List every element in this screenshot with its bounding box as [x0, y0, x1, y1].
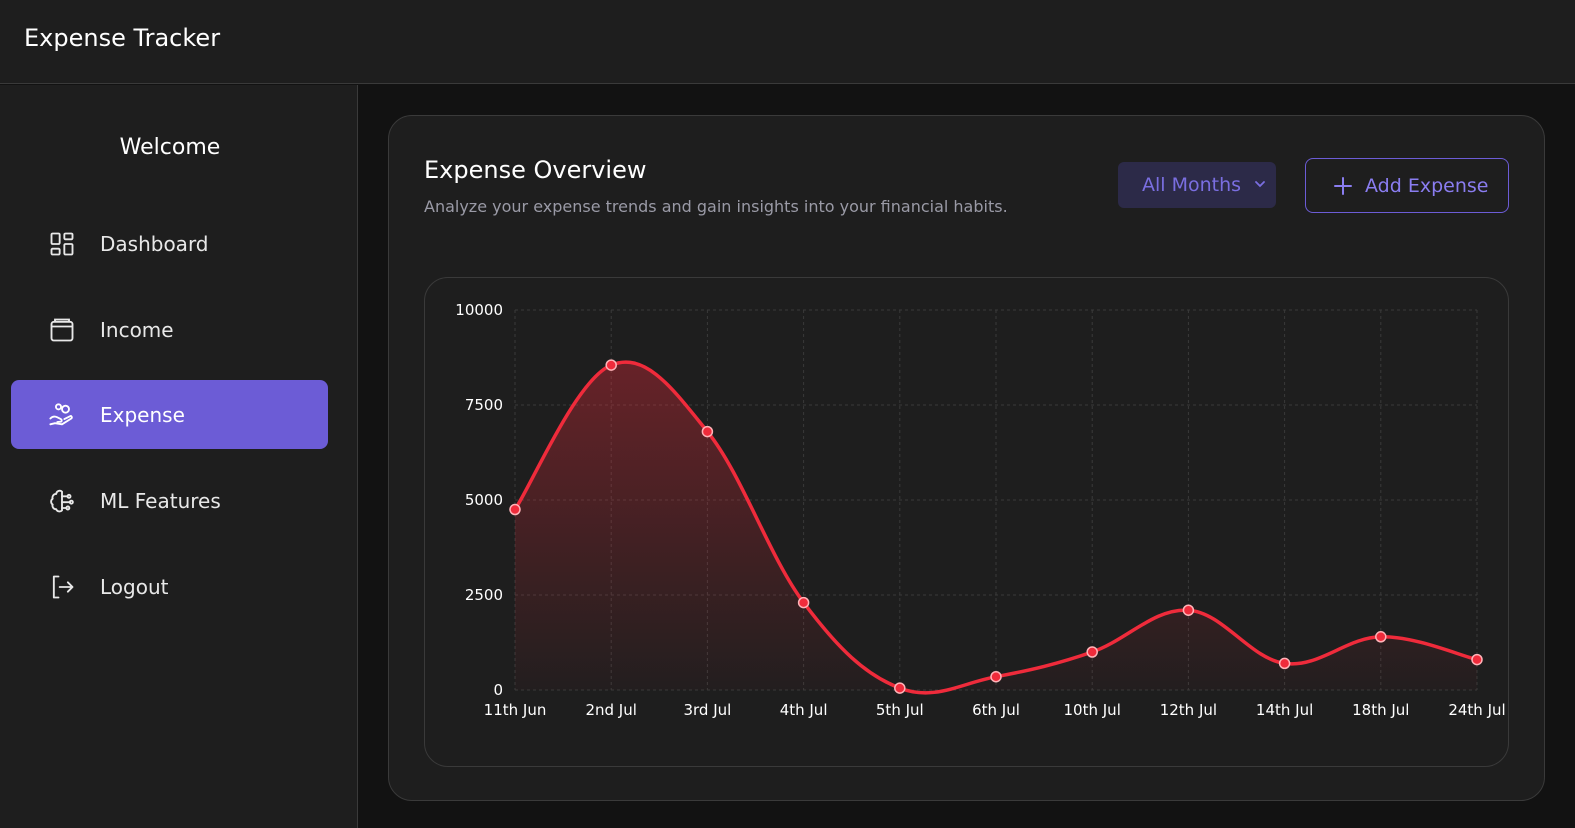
data-point — [797, 596, 810, 609]
expense-line-chart: 0 2500 5000 7500 10000 11th Jun 2nd Jul 3rd Jul… — [455, 301, 1505, 719]
x-tick-label: 2nd Jul — [585, 701, 636, 719]
page-title: Expense Overview — [424, 156, 647, 184]
x-tick-label: 6th Jul — [972, 701, 1020, 719]
data-point — [1471, 653, 1483, 666]
sidebar-item-income[interactable]: Income — [11, 295, 328, 364]
x-tick-label: 14th Jul — [1256, 701, 1313, 719]
sidebar-item-label: Income — [100, 317, 174, 342]
x-tick-label: 24th Jul — [1448, 701, 1505, 719]
data-point — [1375, 631, 1387, 643]
top-bar: Expense Tracker — [0, 0, 1575, 84]
sidebar-item-label: Expense — [100, 402, 185, 427]
hand-coins-icon — [47, 400, 77, 430]
y-tick-label: 0 — [493, 681, 503, 699]
data-point — [990, 670, 1002, 683]
data-point — [894, 682, 906, 694]
data-point — [509, 503, 521, 516]
sidebar-item-logout[interactable]: Logout — [11, 552, 328, 621]
wallet-icon — [47, 315, 77, 345]
logout-icon — [47, 572, 77, 602]
month-filter-value: All Months — [1142, 174, 1242, 196]
x-tick-label: 11th Jun — [484, 701, 547, 719]
sidebar: Welcome Dashboard Income Expense ML Feat… — [0, 85, 358, 828]
sidebar-item-ml-features[interactable]: ML Features — [11, 466, 328, 535]
data-point — [605, 359, 617, 371]
sidebar-item-label: Logout — [100, 574, 169, 599]
x-tick-label: 3rd Jul — [683, 701, 731, 719]
brain-icon — [47, 486, 77, 516]
sidebar-item-label: Dashboard — [100, 231, 209, 256]
sidebar-item-label: ML Features — [100, 488, 221, 513]
add-expense-label: Add Expense — [1365, 174, 1489, 197]
data-point — [1278, 657, 1291, 670]
month-filter-select[interactable]: All Months — [1118, 162, 1276, 208]
x-tick-label: 5th Jul — [876, 701, 924, 719]
x-tick-label: 4th Jul — [780, 701, 828, 719]
x-tick-label: 18th Jul — [1352, 701, 1409, 719]
dashboard-icon — [47, 229, 77, 259]
page-subtitle: Analyze your expense trends and gain ins… — [424, 197, 1008, 216]
welcome-heading: Welcome — [119, 135, 221, 160]
sidebar-item-dashboard[interactable]: Dashboard — [11, 209, 328, 278]
y-tick-label: 5000 — [465, 491, 503, 509]
app-title: Expense Tracker — [24, 24, 221, 52]
y-tick-label: 7500 — [465, 396, 503, 414]
expense-overview-card: Expense Overview Analyze your expense tr… — [388, 115, 1545, 801]
y-tick-label: 10000 — [455, 301, 503, 319]
sidebar-item-expense[interactable]: Expense — [11, 380, 328, 449]
data-point — [1182, 604, 1195, 616]
chevron-down-icon — [1255, 181, 1265, 188]
data-point — [701, 425, 714, 438]
data-point — [1086, 646, 1098, 658]
plus-icon — [1334, 176, 1352, 195]
y-tick-label: 2500 — [465, 586, 503, 604]
x-tick-label: 10th Jul — [1064, 701, 1121, 719]
add-expense-button[interactable]: Add Expense — [1305, 158, 1509, 213]
x-tick-label: 12th Jul — [1160, 701, 1217, 719]
expense-chart: 0 2500 5000 7500 10000 11th Jun 2nd Jul 3rd Jul… — [424, 277, 1509, 767]
